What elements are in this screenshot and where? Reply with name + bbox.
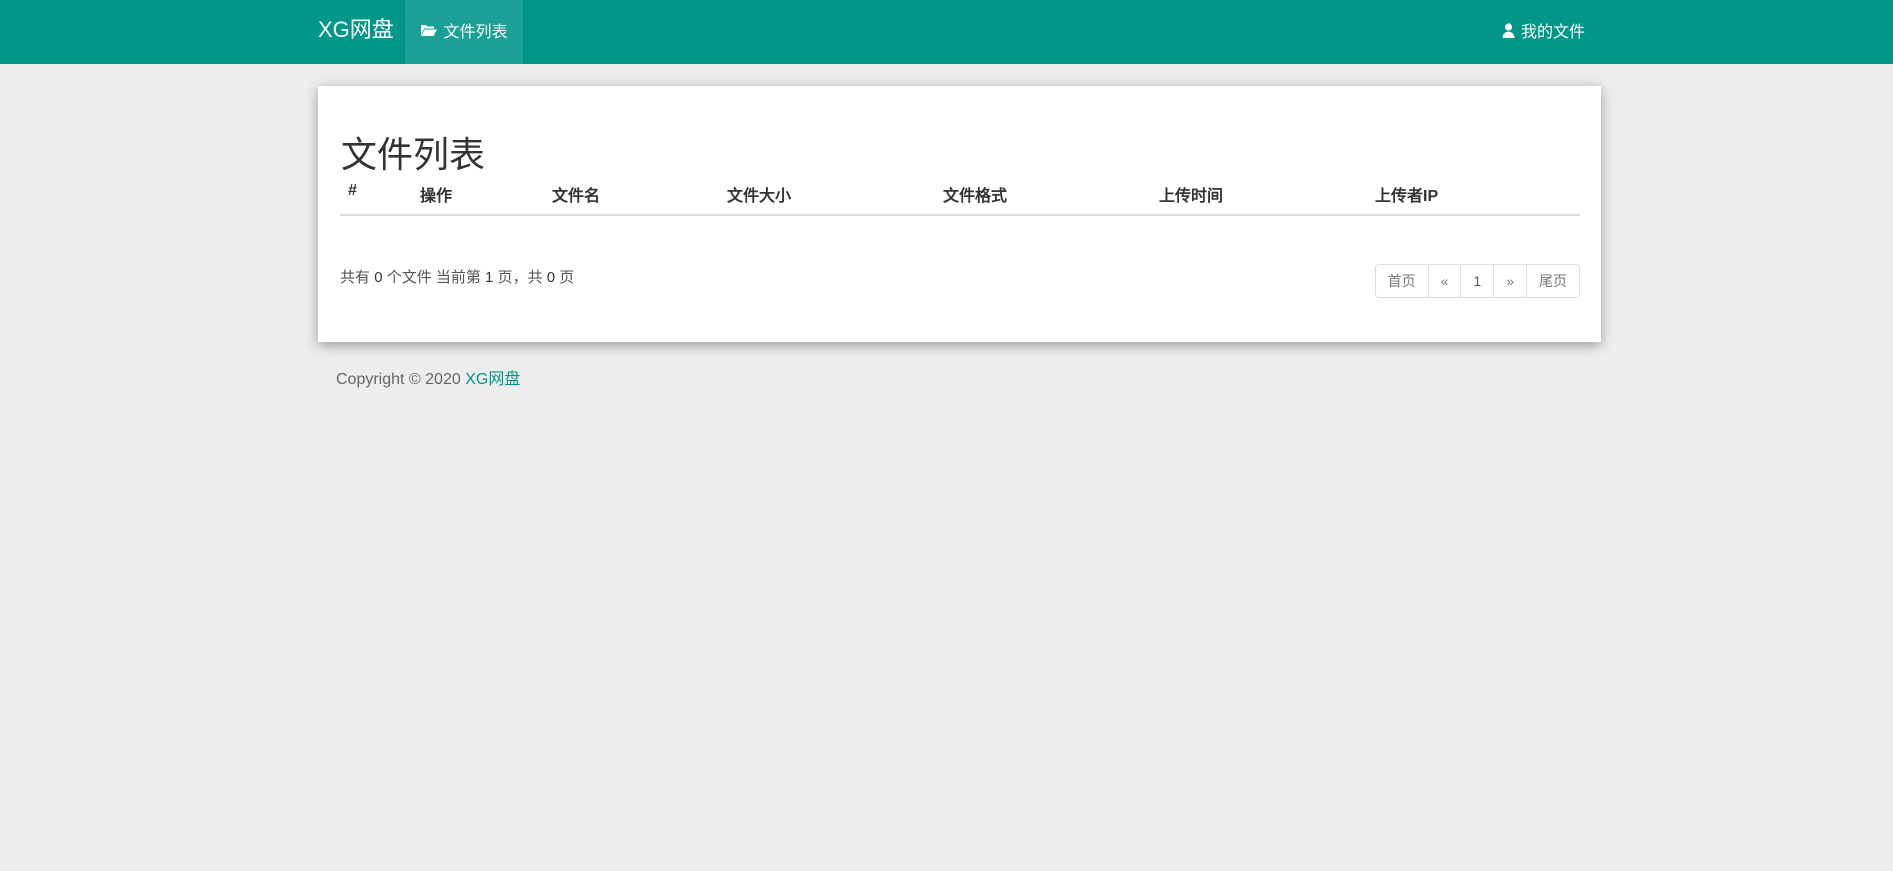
- top-navbar: XG网盘 文件列表 我的文件: [0, 0, 1893, 64]
- summary-prefix: 共有: [340, 269, 371, 286]
- folder-open-icon: [420, 23, 438, 37]
- brand-logo[interactable]: XG网盘: [318, 0, 394, 64]
- nav-my-files-label: 我的文件: [1520, 24, 1585, 41]
- column-header-index: #: [348, 182, 357, 199]
- nav-tab-file-list[interactable]: 文件列表: [405, 0, 523, 64]
- prev-page-button[interactable]: «: [1427, 265, 1461, 297]
- summary-page-mid: 页，共: [497, 269, 543, 286]
- column-header-filename: 文件名: [552, 188, 601, 205]
- column-header-uploader-ip: 上传者IP: [1375, 188, 1439, 205]
- copyright-text: Copyright © 2020: [336, 371, 461, 388]
- user-icon: [1502, 22, 1515, 38]
- column-header-size: 文件大小: [727, 188, 792, 205]
- next-page-button[interactable]: »: [1493, 265, 1526, 297]
- file-count-summary: 共有 0 个文件 当前第 1 页，共 0 页: [340, 266, 574, 287]
- summary-files-suffix: 个文件 当前第: [386, 269, 481, 286]
- first-page-button[interactable]: 首页: [1375, 265, 1428, 297]
- column-header-format: 文件格式: [943, 188, 1008, 205]
- summary-page-suffix: 页: [559, 269, 575, 286]
- footer: Copyright © 2020 XG网盘: [336, 365, 520, 389]
- current-page-number: 1: [485, 269, 494, 286]
- table-header: # 操作 文件名 文件大小 文件格式 上传时间 上传者IP: [340, 182, 1580, 216]
- pagination: 首页 « 1 » 尾页: [1374, 264, 1580, 298]
- total-files-count: 0: [374, 269, 383, 286]
- column-header-upload-time: 上传时间: [1159, 188, 1224, 205]
- nav-tab-label: 文件列表: [443, 24, 508, 41]
- last-page-button[interactable]: 尾页: [1526, 265, 1579, 297]
- page-number-button[interactable]: 1: [1460, 265, 1494, 297]
- total-pages-count: 0: [546, 269, 556, 286]
- footer-brand-link[interactable]: XG网盘: [465, 371, 520, 388]
- page-title: 文件列表: [341, 134, 486, 175]
- file-list-card: 文件列表 # 操作 文件名 文件大小 文件格式 上传时间 上传者IP 共有 0 …: [318, 86, 1601, 342]
- column-header-actions: 操作: [420, 188, 453, 205]
- nav-my-files[interactable]: 我的文件: [1502, 0, 1585, 64]
